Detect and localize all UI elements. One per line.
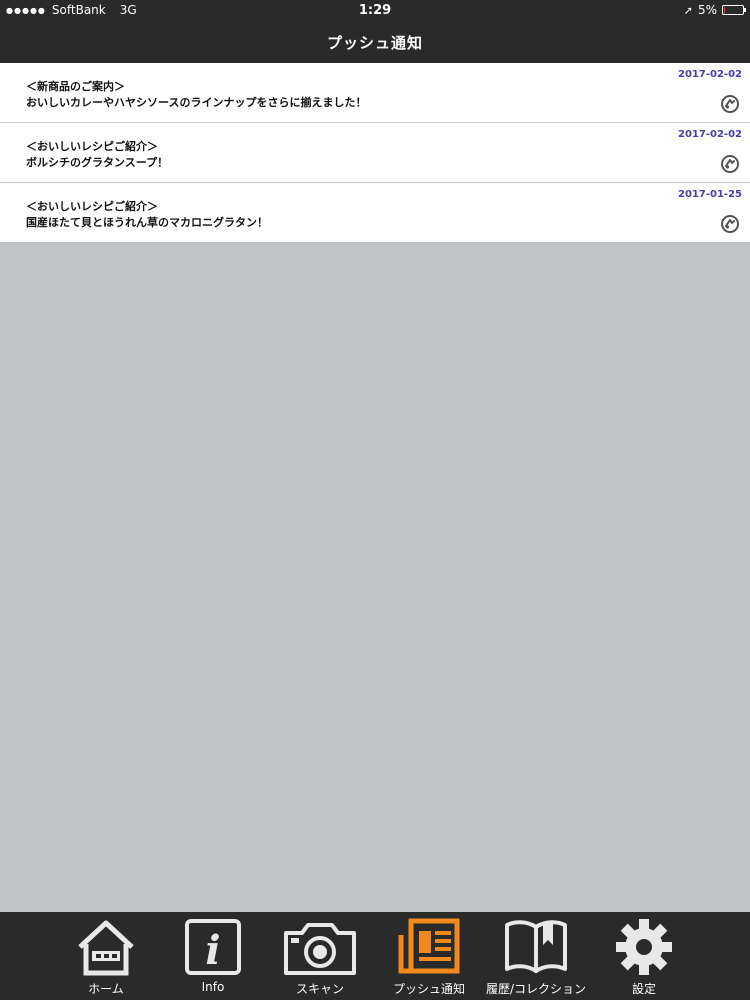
- notification-text: ボルシチのグラタンスープ！: [26, 156, 169, 169]
- notification-item[interactable]: ＜おいしいレシピご紹介＞ ボルシチのグラタンスープ！ 2017-02-02: [0, 123, 750, 183]
- tab-scan[interactable]: スキャン: [270, 912, 370, 1000]
- gear-icon: [616, 919, 672, 975]
- location-icon: ➚: [683, 3, 693, 17]
- battery-icon: [722, 5, 746, 15]
- svg-text:i: i: [205, 927, 220, 974]
- tab-home[interactable]: ホーム: [56, 912, 156, 1000]
- tab-label: プッシュ通知: [392, 982, 465, 996]
- status-time: 1:29: [358, 3, 392, 18]
- link-icon[interactable]: [720, 214, 740, 234]
- tab-settings[interactable]: 設定: [594, 912, 694, 1000]
- notification-date: 2017-02-02: [678, 129, 742, 140]
- book-icon: [505, 920, 567, 973]
- tab-label: 設定: [631, 982, 656, 996]
- tab-label: スキャン: [295, 982, 344, 996]
- notification-category: ＜おいしいレシピご紹介＞: [26, 140, 158, 153]
- tab-label: 履歴/コレクション: [485, 982, 587, 996]
- notification-item[interactable]: ＜おいしいレシピご紹介＞ 国産ほたて貝とほうれん草のマカロニグラタン！ 2017…: [0, 183, 750, 242]
- notification-category: ＜おいしいレシピご紹介＞: [26, 200, 158, 213]
- tab-push-notification[interactable]: プッシュ通知: [379, 912, 479, 1000]
- notification-date: 2017-01-25: [678, 189, 742, 200]
- tab-info[interactable]: i Info: [163, 912, 263, 1000]
- tab-label: ホーム: [88, 982, 124, 996]
- status-bar: ●●●●● SoftBank 3G 1:29 ➚ 5%: [0, 0, 750, 22]
- battery-percent: 5%: [697, 3, 717, 17]
- notification-category: ＜新商品のご案内＞: [26, 80, 125, 93]
- status-right: ➚ 5%: [683, 3, 746, 17]
- notification-date: 2017-02-02: [678, 69, 742, 80]
- tab-history-collection[interactable]: 履歴/コレクション: [486, 912, 586, 1000]
- header: ●●●●● SoftBank 3G 1:29 ➚ 5% プッシュ通知: [0, 0, 750, 63]
- home-icon: [78, 920, 134, 976]
- info-icon: i: [185, 919, 241, 975]
- notification-item[interactable]: ＜新商品のご案内＞ おいしいカレーやハヤシソースのラインナップをさらに揃えました…: [0, 63, 750, 123]
- battery-level: [724, 7, 725, 13]
- link-icon[interactable]: [720, 154, 740, 174]
- notification-list: ＜新商品のご案内＞ おいしいカレーやハヤシソースのラインナップをさらに揃えました…: [0, 63, 750, 242]
- notification-text: 国産ほたて貝とほうれん草のマカロニグラタン！: [26, 216, 268, 229]
- tab-bar: ホーム i Info スキャン プッシュ通知 履歴/コレクション 設定: [0, 912, 750, 1000]
- newspaper-icon: [398, 918, 460, 974]
- camera-icon: [284, 923, 356, 975]
- page-title: プッシュ通知: [326, 34, 423, 52]
- link-icon[interactable]: [720, 94, 740, 114]
- notification-text: おいしいカレーやハヤシソースのラインナップをさらに揃えました！: [26, 96, 367, 109]
- tab-label: Info: [201, 980, 225, 994]
